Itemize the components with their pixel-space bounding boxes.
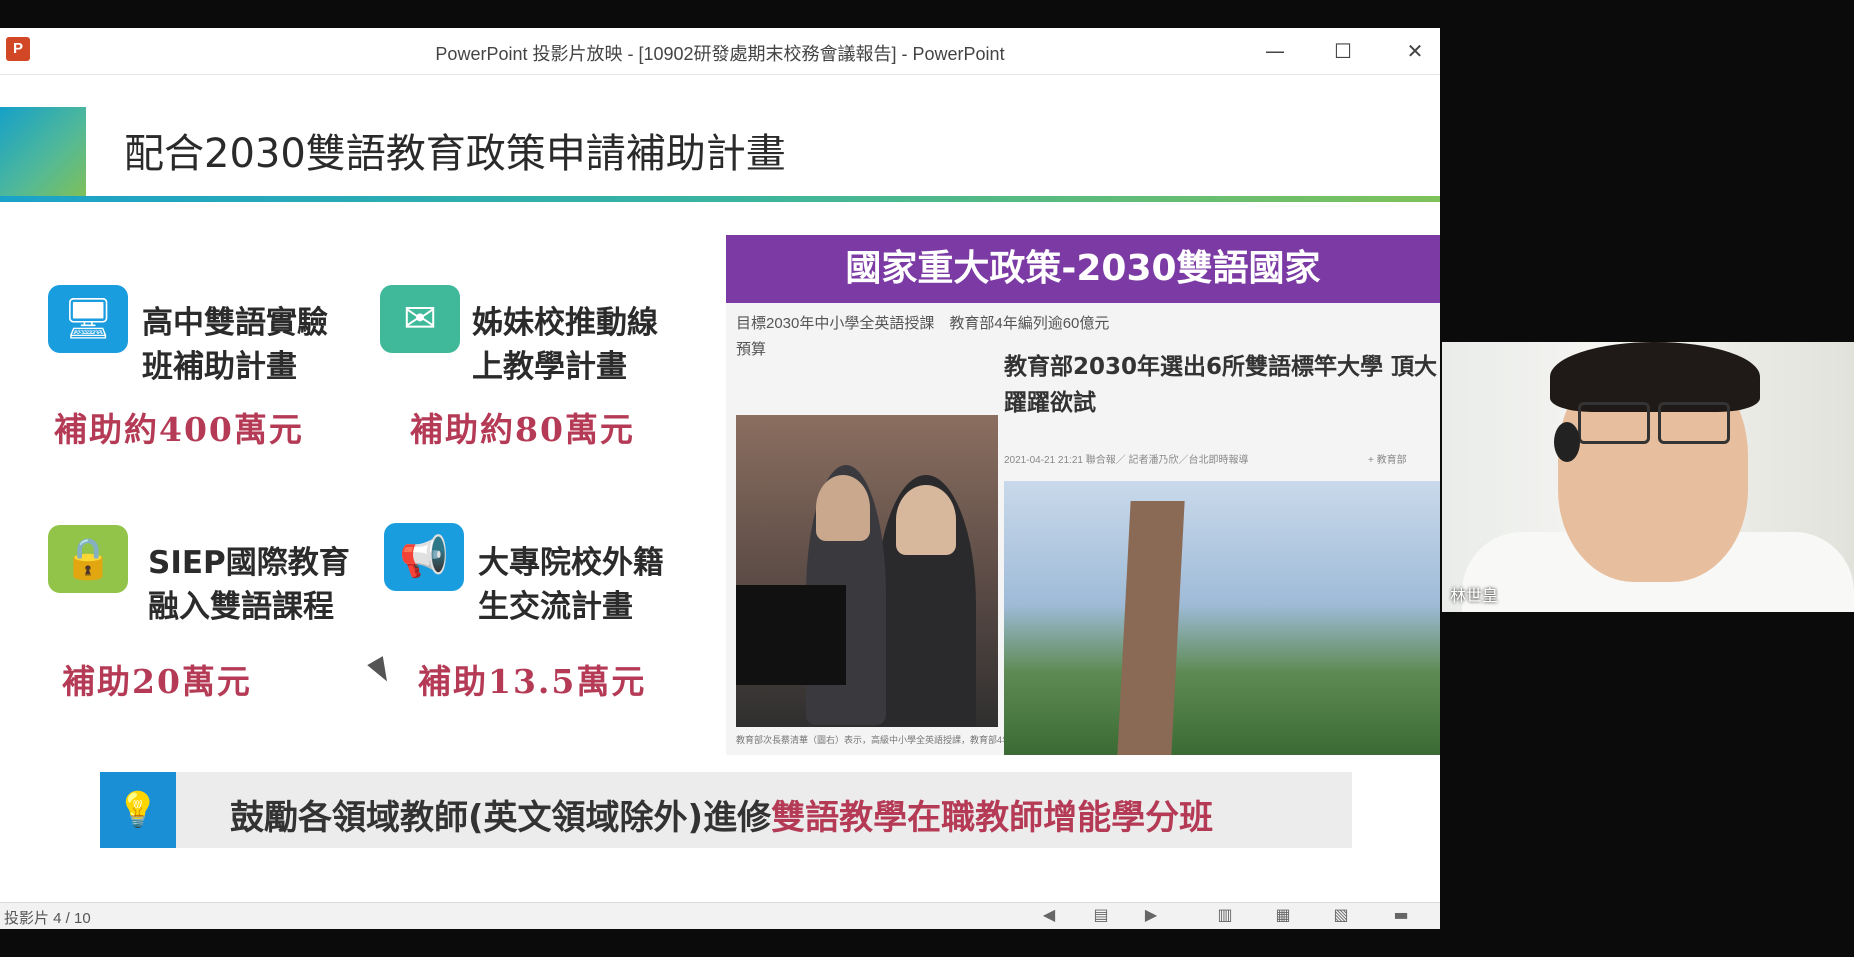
item-2-subsidy: 補助約80萬元 xyxy=(410,410,635,449)
headset-icon xyxy=(1554,422,1580,462)
mouse-cursor xyxy=(367,656,395,686)
participant-name: 林世皇 xyxy=(1450,586,1499,605)
megaphone-icon: 📢 xyxy=(384,523,464,591)
item-1-subsidy: 補助約400萬元 xyxy=(54,410,304,449)
news-photo-university-tower xyxy=(1004,481,1440,755)
powerpoint-window: P PowerPoint 投影片放映 - [10902研發處期末校務會議報告] … xyxy=(0,28,1440,929)
megaphone-glyph: 📢 xyxy=(399,534,449,580)
window-title: PowerPoint 投影片放映 - [10902研發處期末校務會議報告] - … xyxy=(435,44,1005,64)
envelope-icon: ✉ xyxy=(380,285,460,353)
banner-text-emphasis: 雙語教學在職教師增能學分班 xyxy=(771,798,1214,838)
item-4-title: 大專院校外籍 生交流計畫 xyxy=(478,541,664,629)
video-glasses-left xyxy=(1578,402,1650,444)
item-1-line1: 高中雙語實驗 xyxy=(142,305,328,341)
participant-video[interactable]: 林世皇 xyxy=(1442,342,1854,612)
item-1-title: 高中雙語實驗 班補助計畫 xyxy=(142,301,328,389)
bottom-banner: 💡 鼓勵各領域教師(英文領域除外)進修雙語教學在職教師增能學分班 xyxy=(100,772,1352,848)
reading-view-button[interactable]: ▧ xyxy=(1330,905,1352,925)
minimize-button[interactable]: — xyxy=(1252,34,1298,68)
slide-sorter-button[interactable]: ▦ xyxy=(1272,905,1294,925)
item-2-line1: 姊妹校推動線 xyxy=(472,305,658,341)
news-photo-officials xyxy=(736,415,998,727)
slideshow-view-button[interactable]: ▬ xyxy=(1390,905,1412,925)
item-3-subsidy: 補助20萬元 xyxy=(62,662,252,701)
title-accent-stripe xyxy=(0,107,86,197)
banner-text: 鼓勵各領域教師(英文領域除外)進修雙語教學在職教師增能學分班 xyxy=(230,790,1213,839)
maximize-button[interactable]: ☐ xyxy=(1320,34,1366,68)
monitor-glyph: 🖥 xyxy=(62,296,114,342)
next-slide-button[interactable]: ▶ xyxy=(1140,905,1162,925)
photo-face-front xyxy=(896,485,956,555)
title-bar: P PowerPoint 投影片放映 - [10902研發處期末校務會議報告] … xyxy=(0,28,1440,75)
title-divider xyxy=(0,196,1440,202)
lock-icon: 🔒 xyxy=(48,525,128,593)
lightbulb-icon: 💡 xyxy=(100,772,176,848)
news-meta: 2021-04-21 21:21 聯合報／ 記者潘乃欣／台北即時報導 xyxy=(1004,455,1249,466)
normal-view-button[interactable]: ▥ xyxy=(1214,905,1236,925)
item-3-title: SIEP國際教育 融入雙語課程 xyxy=(148,541,350,629)
photo-face-back xyxy=(816,475,870,541)
status-bar: 投影片 4 / 10 ◀ ▤ ▶ ▥ ▦ ▧ ▬ xyxy=(0,902,1440,929)
item-3-line2: 融入雙語課程 xyxy=(148,589,334,625)
banner-text-main: 鼓勵各領域教師(英文領域除外)進修 xyxy=(230,798,772,838)
news-photo-caption: 教育部次長蔡清華（圖右）表示，高級中小學全英語授課，教育部4年編列... xyxy=(736,735,1037,745)
slide-title: 配合2030雙語教育政策申請補助計畫 xyxy=(124,131,786,177)
slide-number: 投影片 4 / 10 xyxy=(4,910,91,927)
video-glasses-right xyxy=(1658,402,1730,444)
news-headline: 教育部2030年選出6所雙語標竿大學 頂大躍躍欲試 xyxy=(1004,354,1438,416)
slide-menu-button[interactable]: ▤ xyxy=(1090,905,1112,925)
close-button[interactable]: ✕ xyxy=(1392,34,1438,68)
item-3-line1: SIEP國際教育 xyxy=(148,545,350,581)
item-4-subsidy: 補助13.5萬元 xyxy=(418,662,647,701)
news-panel: 國家重大政策-2030雙語國家 目標2030年中小學全英語授課 教育部4年編列逾… xyxy=(726,235,1440,755)
item-4-line1: 大專院校外籍 xyxy=(478,545,664,581)
monitor-icon: 🖥 xyxy=(48,285,128,353)
lock-glyph: 🔒 xyxy=(63,536,113,582)
news-banner: 國家重大政策-2030雙語國家 xyxy=(726,235,1440,303)
slide[interactable]: 配合2030雙語教育政策申請補助計畫 🖥 高中雙語實驗 班補助計畫 補助約400… xyxy=(0,75,1440,915)
item-2-title: 姊妹校推動線 上教學計畫 xyxy=(472,301,658,389)
previous-slide-button[interactable]: ◀ xyxy=(1038,905,1060,925)
item-1-line2: 班補助計畫 xyxy=(142,349,297,385)
photo-tower xyxy=(1117,501,1185,755)
item-2-line2: 上教學計畫 xyxy=(472,349,627,385)
item-4-line2: 生交流計畫 xyxy=(478,589,633,625)
photo-monitor xyxy=(736,585,846,685)
news-tag: + 教育部 xyxy=(1368,455,1407,466)
envelope-glyph: ✉ xyxy=(403,296,437,342)
